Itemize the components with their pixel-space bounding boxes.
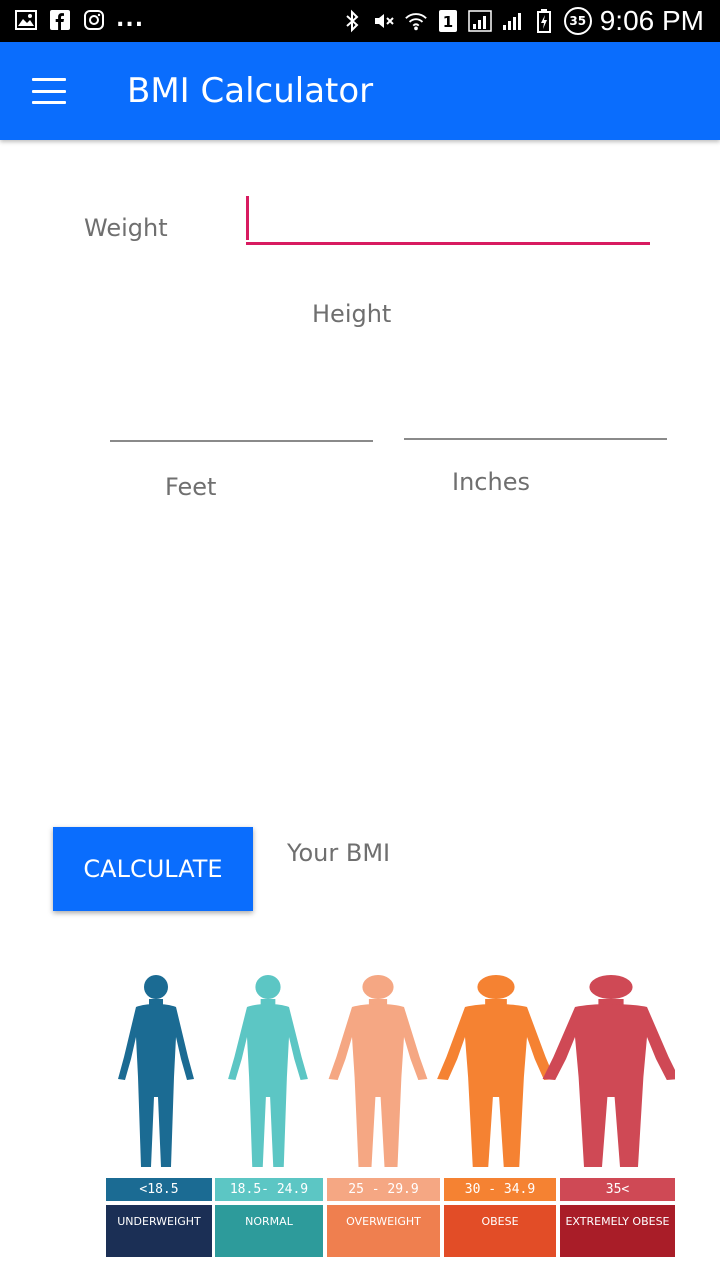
hamburger-menu-icon[interactable] xyxy=(32,78,66,104)
body-figure-obese xyxy=(437,975,555,1167)
bmi-range-label: <18.5 xyxy=(106,1178,212,1201)
clock: 9:06 PM xyxy=(599,5,704,36)
feet-input[interactable] xyxy=(110,400,373,442)
body-figure-overweight xyxy=(328,975,428,1167)
image-icon xyxy=(14,8,38,32)
system-icons: 1 35 9:06 PM xyxy=(340,6,704,36)
instagram-icon xyxy=(82,8,106,32)
calculate-button[interactable]: CALCULATE xyxy=(53,827,253,911)
facebook-icon xyxy=(48,8,72,32)
weight-input[interactable] xyxy=(246,195,650,245)
feet-label: Feet xyxy=(165,473,217,501)
app-title: BMI Calculator xyxy=(127,71,374,111)
body-figure-underweight xyxy=(118,975,194,1167)
inches-label: Inches xyxy=(452,468,530,496)
bmi-result-label: Your BMI xyxy=(287,839,391,867)
status-bar: ... 1 35 9:06 PM xyxy=(0,0,720,42)
notification-icons: ... xyxy=(14,8,144,32)
bmi-range-label: 18.5- 24.9 xyxy=(215,1178,323,1201)
notification-badge: 35 xyxy=(563,7,592,35)
body-figure-normal xyxy=(228,975,308,1167)
weight-label: Weight xyxy=(84,214,168,242)
signal2-icon xyxy=(500,9,524,33)
bmi-category-chart: <18.5 UNDERWEIGHT 18.5- 24.9 NORMAL 25 - 29.… xyxy=(106,975,675,1257)
body-figure-extremely-obese xyxy=(542,975,675,1167)
bmi-range-label: 25 - 29.9 xyxy=(327,1178,440,1201)
mute-icon xyxy=(372,9,396,33)
app-bar: BMI Calculator xyxy=(0,42,720,140)
bmi-category-name: NORMAL xyxy=(215,1205,323,1257)
height-label: Height xyxy=(312,300,392,328)
svg-text:1: 1 xyxy=(443,13,453,31)
body-silhouettes xyxy=(118,975,675,1167)
bmi-category-name: OVERWEIGHT xyxy=(327,1205,440,1257)
overflow-indicator: ... xyxy=(116,7,145,32)
text-cursor xyxy=(246,196,249,240)
wifi-icon xyxy=(404,9,428,33)
bluetooth-icon xyxy=(340,9,364,33)
bmi-category-name: UNDERWEIGHT xyxy=(106,1205,212,1257)
signal-icon xyxy=(467,9,492,33)
sim1-icon: 1 xyxy=(436,9,460,33)
bmi-category-name: EXTREMELY OBESE xyxy=(560,1205,675,1257)
bmi-range-label: 30 - 34.9 xyxy=(444,1178,556,1201)
bmi-category-name: OBESE xyxy=(444,1205,556,1257)
inches-input[interactable] xyxy=(404,398,667,440)
bmi-range-label: 35< xyxy=(560,1178,675,1201)
battery-icon xyxy=(532,9,556,33)
